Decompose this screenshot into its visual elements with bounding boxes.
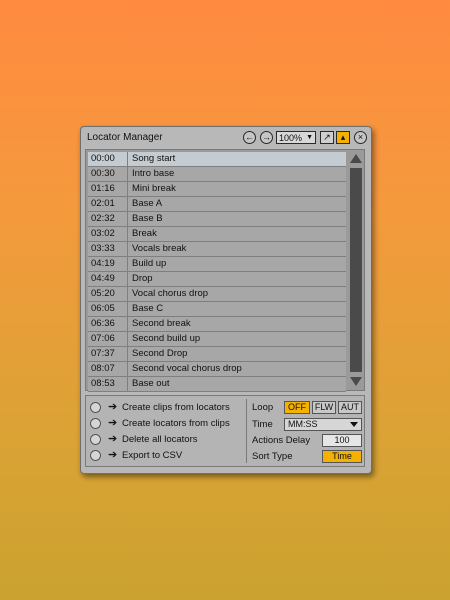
table-row[interactable]: 08:07 Second vocal chorus drop — [88, 362, 346, 377]
arrow-right-icon: ➔ — [108, 401, 118, 413]
locator-time: 06:36 — [88, 317, 128, 331]
sort-type-label: Sort Type — [252, 451, 293, 462]
action-label: Delete all locators — [122, 434, 198, 445]
locator-name: Second Drop — [132, 348, 188, 359]
table-row[interactable]: 06:36 Second break — [88, 317, 346, 332]
action-create-locators[interactable]: ➔ Create locators from clips — [90, 417, 245, 431]
locator-time: 04:19 — [88, 257, 128, 271]
locator-time: 07:06 — [88, 332, 128, 346]
table-row[interactable]: 08:53 Base out — [88, 377, 346, 392]
close-icon[interactable]: × — [354, 131, 367, 144]
locator-name: Base A — [132, 198, 163, 209]
actions-delay-label: Actions Delay — [252, 435, 311, 446]
table-row[interactable]: 01:16 Mini break — [88, 182, 346, 197]
window-title: Locator Manager — [87, 132, 163, 143]
arrow-right-icon: ➔ — [108, 449, 118, 461]
loop-flw-toggle[interactable]: FLW — [312, 401, 336, 414]
locator-list: 00:00 Song start 00:30 Intro base 01:16 Mini … — [88, 152, 346, 392]
chevron-down-icon: ▼ — [306, 134, 313, 141]
locator-time: 02:32 — [88, 212, 128, 226]
locator-name: Base out — [132, 378, 170, 389]
locator-name: Second break — [132, 318, 191, 329]
sort-type-button[interactable]: Time — [322, 450, 362, 463]
loop-label: Loop — [252, 402, 274, 413]
pin-icon[interactable]: ▴ — [336, 131, 350, 144]
locator-time: 08:53 — [88, 377, 128, 391]
table-row[interactable]: 07:06 Second build up — [88, 332, 346, 347]
trigger-button[interactable] — [90, 434, 101, 445]
table-row[interactable]: 02:32 Base B — [88, 212, 346, 227]
locator-time: 06:05 — [88, 302, 128, 316]
table-row[interactable]: 00:30 Intro base — [88, 167, 346, 182]
zoom-value: 100% — [279, 132, 303, 143]
scroll-thumb[interactable] — [350, 168, 362, 372]
locator-name: Intro base — [132, 168, 175, 179]
table-row[interactable]: 00:00 Song start — [88, 152, 346, 167]
locator-time: 04:49 — [88, 272, 128, 286]
time-label: Time — [252, 419, 273, 430]
locator-name: Vocals break — [132, 243, 187, 254]
action-label: Create clips from locators — [122, 402, 230, 413]
locator-name: Break — [132, 228, 157, 239]
locator-manager-window: Locator Manager ← → 100% ▼ ↗ ▴ × 00:00 So… — [80, 126, 372, 474]
controls-panel: ➔ Create clips from locators ➔ Create lo… — [85, 395, 365, 467]
locator-name: Mini break — [132, 183, 176, 194]
arrow-right-icon: ➔ — [108, 433, 118, 445]
locator-name: Base B — [132, 213, 163, 224]
locator-time: 08:07 — [88, 362, 128, 376]
title-bar: Locator Manager ← → 100% ▼ ↗ ▴ × — [81, 127, 371, 149]
table-row[interactable]: 04:19 Build up — [88, 257, 346, 272]
locator-time: 07:37 — [88, 347, 128, 361]
loop-off-toggle[interactable]: OFF — [284, 401, 310, 414]
scroll-down-icon[interactable] — [350, 377, 362, 386]
locator-time: 03:02 — [88, 227, 128, 241]
action-label: Export to CSV — [122, 450, 183, 461]
locator-name: Second vocal chorus drop — [132, 363, 242, 374]
trigger-button[interactable] — [90, 418, 101, 429]
scrollbar[interactable] — [349, 152, 363, 388]
table-row[interactable]: 05:20 Vocal chorus drop — [88, 287, 346, 302]
divider — [246, 399, 247, 463]
table-row[interactable]: 02:01 Base A — [88, 197, 346, 212]
arrow-right-icon: ➔ — [108, 417, 118, 429]
locator-name: Build up — [132, 258, 167, 269]
time-format-value: MM:SS — [288, 419, 318, 429]
locator-name: Drop — [132, 273, 153, 284]
zoom-select[interactable]: 100% ▼ — [276, 131, 316, 144]
chevron-down-icon — [350, 422, 358, 427]
locator-name: Second build up — [132, 333, 201, 344]
forward-icon[interactable]: → — [260, 131, 273, 144]
locator-time: 03:33 — [88, 242, 128, 256]
actions-delay-input[interactable]: 100 — [322, 434, 362, 447]
locator-name: Song start — [132, 153, 176, 164]
action-delete-locators[interactable]: ➔ Delete all locators — [90, 433, 245, 447]
locator-list-panel: 00:00 Song start 00:30 Intro base 01:16 Mini … — [85, 149, 365, 392]
locator-time: 00:30 — [88, 167, 128, 181]
table-row[interactable]: 07:37 Second Drop — [88, 347, 346, 362]
trigger-button[interactable] — [90, 402, 101, 413]
loop-aut-toggle[interactable]: AUT — [338, 401, 362, 414]
locator-name: Vocal chorus drop — [132, 288, 209, 299]
locator-time: 00:00 — [88, 152, 128, 166]
locator-name: Base C — [132, 303, 164, 314]
table-row[interactable]: 04:49 Drop — [88, 272, 346, 287]
action-export-csv[interactable]: ➔ Export to CSV — [90, 449, 245, 463]
action-create-clips[interactable]: ➔ Create clips from locators — [90, 401, 245, 415]
expand-icon[interactable]: ↗ — [320, 131, 334, 144]
table-row[interactable]: 06:05 Base C — [88, 302, 346, 317]
locator-time: 05:20 — [88, 287, 128, 301]
action-label: Create locators from clips — [122, 418, 230, 429]
time-format-select[interactable]: MM:SS — [284, 418, 362, 431]
back-icon[interactable]: ← — [243, 131, 256, 144]
locator-time: 02:01 — [88, 197, 128, 211]
locator-time: 01:16 — [88, 182, 128, 196]
table-row[interactable]: 03:02 Break — [88, 227, 346, 242]
table-row[interactable]: 03:33 Vocals break — [88, 242, 346, 257]
trigger-button[interactable] — [90, 450, 101, 461]
scroll-up-icon[interactable] — [350, 154, 362, 163]
